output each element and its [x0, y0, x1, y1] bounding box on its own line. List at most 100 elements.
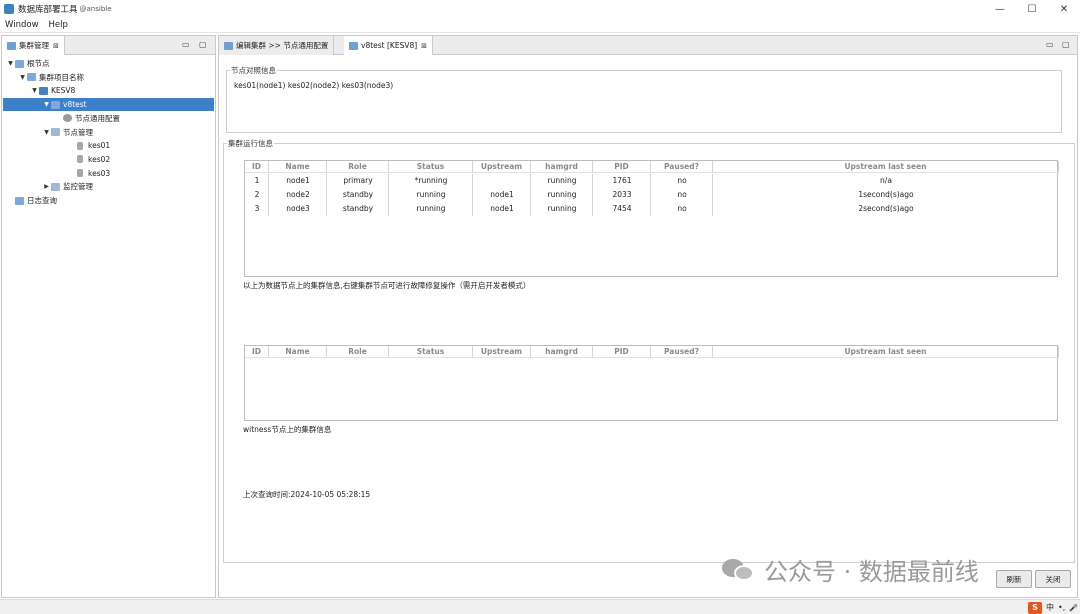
doc-icon	[51, 128, 60, 136]
tree-item-1[interactable]: ▼ 集群项目名称	[3, 71, 214, 84]
tab-node-common-config[interactable]: 编辑集群 >> 节点通用配置	[219, 36, 335, 55]
tree-item-label: kes01	[88, 141, 111, 151]
table-cell: running	[547, 176, 577, 185]
tree-item-label: 日志查询	[27, 196, 57, 205]
wechat-logo-icon	[722, 557, 756, 583]
minimize-view-icon[interactable]: ▭	[182, 40, 190, 49]
table-cell: standby	[342, 190, 374, 199]
column-header[interactable]: ID	[245, 346, 269, 358]
watermark-text: 公众号 · 数据最前线	[764, 558, 979, 586]
cluster-run-info-group: 集群运行信息 ID Name Role Status Upstream hamgrd PID…	[223, 138, 1075, 563]
cluster-tree-view: 集群管理 ⊠ ▭ ▢ ▼ 根节点 ▼ 集群项目名称 ▼ KESV8 ▼ v8test 节点通用配…	[1, 35, 216, 598]
witness-status-table[interactable]: ID Name Role Status Upstream hamgrd PID Paused?…	[244, 345, 1059, 421]
tree-item-label: 节点通用配置	[75, 113, 120, 123]
collapse-arrow-icon[interactable]: ▼	[42, 129, 51, 136]
window-user: @ansible	[79, 5, 112, 13]
tree-item-7[interactable]: kes02	[3, 153, 214, 166]
column-header[interactable]: PID	[593, 346, 651, 358]
maximize-view-icon[interactable]: ▢	[1062, 40, 1070, 49]
table-cell: 2	[254, 190, 260, 199]
collapse-arrow-icon[interactable]: ▼	[6, 60, 15, 67]
tree-item-2[interactable]: ▼ KESV8	[3, 84, 214, 97]
ime-icon[interactable]: S	[1028, 601, 1043, 614]
node-mapping-text: kes01(node1) kes02(node2) kes03(node3)	[234, 81, 394, 90]
tree-item-0[interactable]: ▼ 根节点	[3, 57, 214, 70]
table-cell: primary	[343, 176, 373, 185]
collapse-arrow-icon[interactable]: ▼	[18, 74, 27, 81]
tree-item-3[interactable]: ▼ v8test	[3, 98, 214, 112]
maximize-view-icon[interactable]: ▢	[199, 40, 207, 49]
db-icon	[77, 155, 83, 164]
maximize-button[interactable]: ☐	[1016, 0, 1048, 18]
editor-tabbar: 编辑集群 >> 节点通用配置 v8test [KESV8] ⊠ ▭ ▢	[219, 36, 1077, 55]
tab-cluster-management[interactable]: 集群管理 ⊠	[2, 36, 65, 55]
close-window-button[interactable]: ✕	[1048, 0, 1080, 18]
column-header[interactable]: Status	[389, 346, 473, 358]
column-header[interactable]: hamgrd	[531, 346, 593, 358]
tree-item-4[interactable]: 节点通用配置	[3, 112, 214, 125]
title-bar: 数据库部署工具 @ansible — ☐ ✕	[0, 0, 1080, 18]
table-cell: running	[416, 204, 446, 213]
tab-v8test[interactable]: v8test [KESV8] ⊠	[344, 36, 434, 55]
tree-item-label: 监控管理	[63, 182, 93, 192]
column-separator	[388, 174, 389, 216]
left-view-tabbar: 集群管理 ⊠ ▭ ▢	[2, 36, 215, 55]
group-title: 集群运行信息	[227, 138, 274, 149]
column-header[interactable]: Status	[389, 161, 473, 173]
minimize-view-icon[interactable]: ▭	[1046, 40, 1054, 49]
table-cell: node3	[286, 204, 310, 213]
tab-close-icon[interactable]: ⊠	[421, 42, 427, 50]
table-cell: 7454	[612, 204, 632, 213]
gear-icon	[63, 114, 72, 123]
collapse-arrow-icon[interactable]: ▼	[30, 87, 39, 94]
table-cell: node1	[490, 190, 514, 199]
column-header[interactable]: Paused?	[651, 346, 713, 358]
minimize-button[interactable]: —	[984, 0, 1016, 18]
tree-item-label: 节点管理	[63, 127, 93, 137]
column-header[interactable]: Upstream last seen	[713, 346, 1059, 358]
column-header[interactable]: ID	[245, 161, 269, 173]
cluster-status-table[interactable]: ID Name Role Status Upstream hamgrd PID Paused?…	[244, 160, 1059, 277]
tree-item-5[interactable]: ▼ 节点管理	[3, 126, 214, 139]
column-header[interactable]: Paused?	[651, 161, 713, 173]
column-header[interactable]: Upstream	[473, 161, 531, 173]
tab-close-icon[interactable]: ⊠	[53, 42, 59, 50]
table-cell: no	[677, 190, 687, 199]
column-header[interactable]: hamgrd	[531, 161, 593, 173]
tree-item-8[interactable]: kes03	[3, 167, 214, 180]
expand-arrow-icon[interactable]: ▶	[42, 183, 51, 190]
column-separator	[712, 174, 713, 216]
menu-help[interactable]: Help	[44, 20, 73, 30]
folder-icon	[224, 41, 233, 50]
collapse-arrow-icon[interactable]: ▼	[42, 101, 51, 108]
folder-icon	[51, 100, 60, 109]
group-title: 节点对照信息	[230, 65, 277, 76]
tree-item-9[interactable]: ▶ 监控管理	[3, 180, 214, 193]
column-header[interactable]: Role	[327, 346, 389, 358]
table-cell: no	[677, 204, 687, 213]
refresh-button[interactable]: 刷新	[996, 570, 1032, 588]
column-header[interactable]: Name	[269, 346, 327, 358]
tree-item-label: KESV8	[51, 86, 76, 96]
table-cell: no	[677, 176, 687, 185]
column-header[interactable]: Name	[269, 161, 327, 173]
tree-item-label: 根节点	[27, 59, 50, 68]
column-separator	[592, 174, 593, 216]
table2-note: witness节点上的集群信息	[243, 425, 332, 434]
close-button[interactable]: 关闭	[1035, 570, 1071, 588]
column-header[interactable]: Upstream last seen	[713, 161, 1059, 173]
punctuation-icon[interactable]: •,	[1058, 603, 1065, 612]
column-header[interactable]: Role	[327, 161, 389, 173]
ime-language[interactable]: 中	[1046, 602, 1054, 613]
menu-window[interactable]: Window	[0, 20, 44, 30]
column-header[interactable]: Upstream	[473, 346, 531, 358]
tree-item-6[interactable]: kes01	[3, 139, 214, 152]
column-header[interactable]: PID	[593, 161, 651, 173]
folder-icon	[27, 73, 36, 82]
tree-item-label: kes03	[88, 168, 111, 178]
tree-item-10[interactable]: 日志查询	[3, 194, 214, 207]
table1-note: 以上为数据节点上的集群信息,右键集群节点可进行故障修复操作（需开启开发者模式）	[243, 281, 531, 290]
microphone-icon[interactable]: 🎤	[1069, 604, 1078, 612]
cluster-icon	[7, 41, 16, 50]
table-cell: running	[547, 204, 577, 213]
